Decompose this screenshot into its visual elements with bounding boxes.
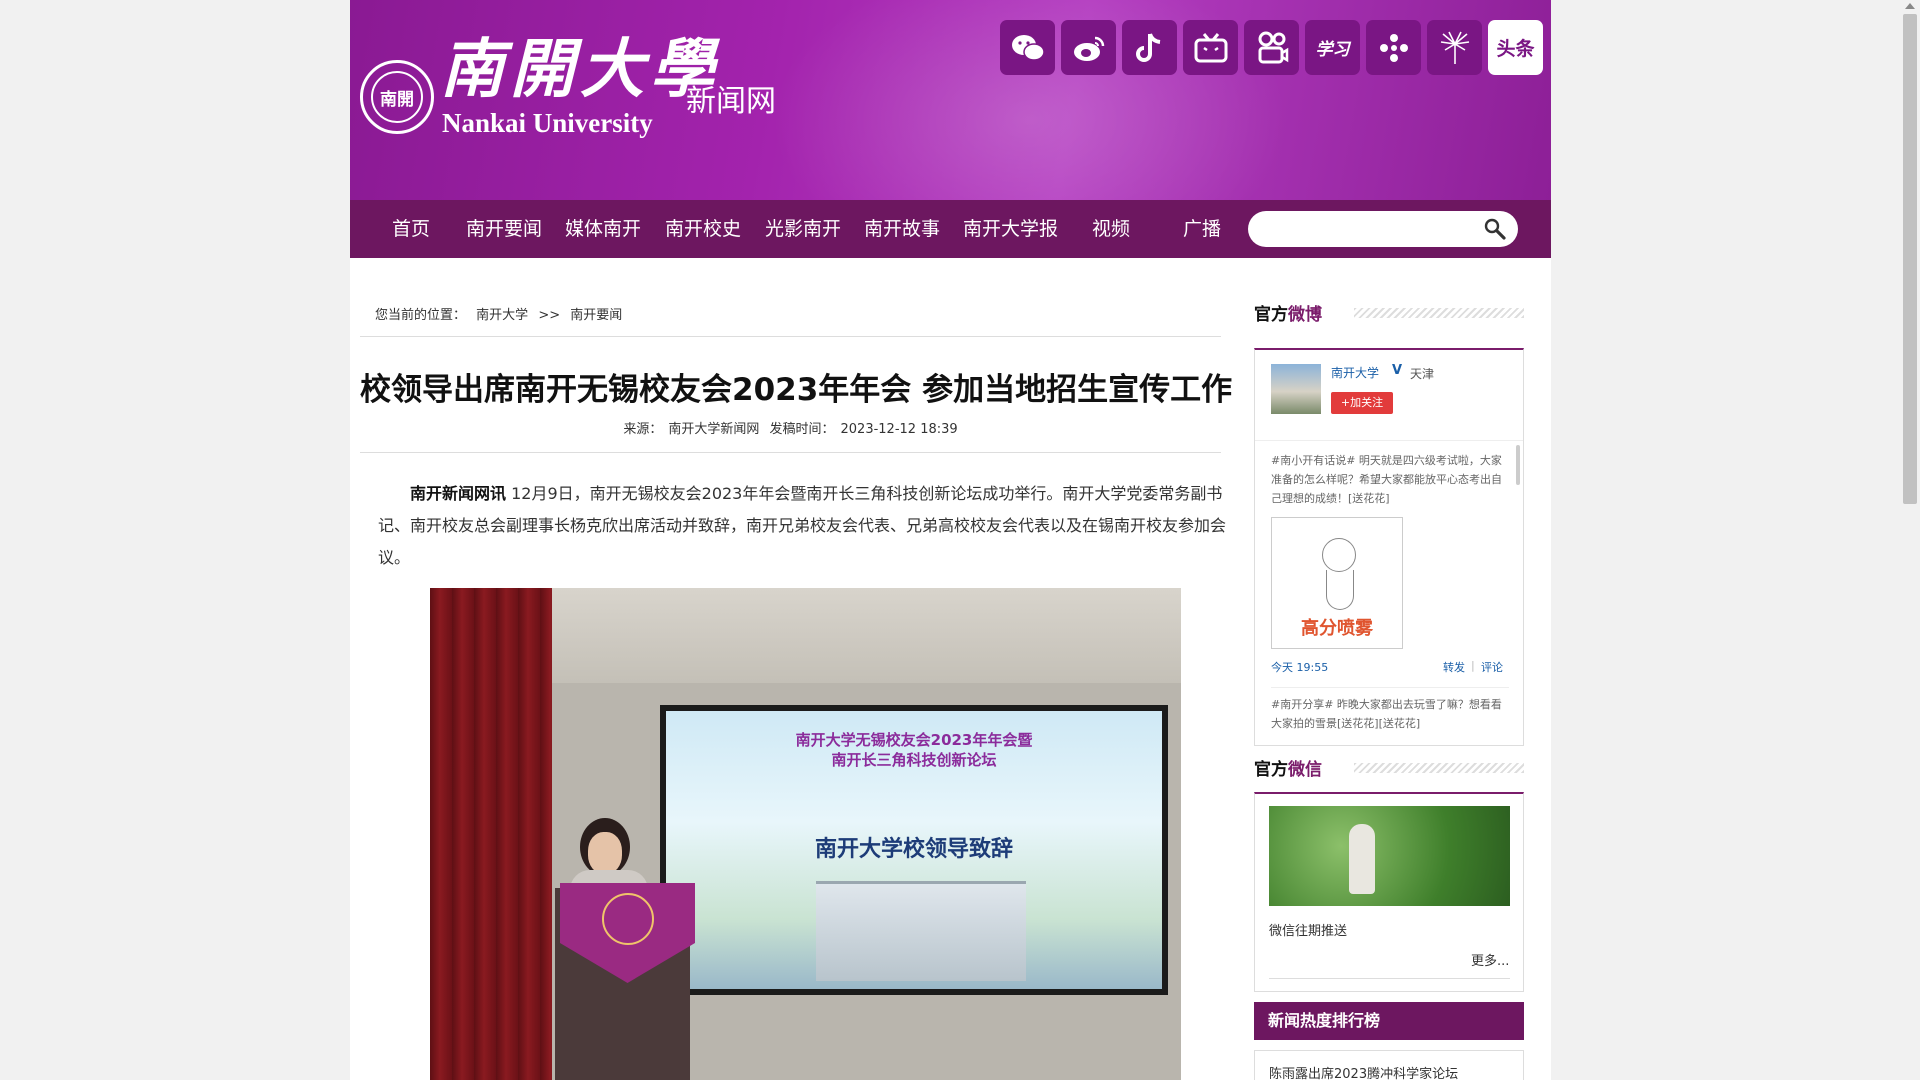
bilibili-icon[interactable]	[1183, 20, 1238, 75]
search-icon[interactable]	[1482, 217, 1508, 241]
article-body: 南开新闻网讯 12月9日，南开无锡校友会2023年年会暨南开长三角科技创新论坛成…	[378, 478, 1233, 574]
post-image-caption: 高分喷雾	[1301, 618, 1373, 639]
nav-item-newspaper[interactable]: 南开大学报	[963, 200, 1058, 258]
time-value: 2023-12-12 18:39	[840, 422, 958, 437]
page-scrollbar[interactable]	[1900, 0, 1920, 1080]
link-separator: |	[1471, 659, 1475, 672]
cartoon-body	[1326, 570, 1354, 610]
xuexi-label: 学习	[1315, 40, 1350, 60]
source-label: 来源：	[623, 422, 663, 437]
nav-item-media[interactable]: 媒体南开	[565, 200, 641, 258]
photo-curtain	[430, 588, 552, 1080]
wechat-title-accent: 微信	[1288, 760, 1322, 780]
university-seal-logo[interactable]: 南開	[360, 60, 434, 134]
page-container: 南開 南開大學 Nankai University 新闻网 学习 头条 首页 南…	[350, 0, 1551, 1080]
wechat-section-title: 官方微信	[1254, 755, 1322, 780]
breadcrumb-current[interactable]: 南开要闻	[570, 308, 622, 323]
network-icon[interactable]	[1366, 20, 1421, 75]
podium-seal	[602, 893, 654, 945]
site-name: 新闻网	[686, 84, 776, 119]
source-value: 南开大学新闻网	[668, 422, 760, 437]
scroll-thumb[interactable]	[1903, 14, 1917, 504]
dandelion-icon[interactable]	[1427, 20, 1482, 75]
wechat-widget: 微信往期推送 更多...	[1254, 792, 1524, 992]
screen-title-line2: 南开长三角科技创新论坛	[831, 751, 997, 769]
wechat-title-plain: 官方	[1254, 760, 1288, 780]
nav-item-photos[interactable]: 光影南开	[765, 200, 841, 258]
photo-screen: 南开大学无锡校友会2023年年会暨 南开长三角科技创新论坛 南开大学校领导致辞	[660, 705, 1168, 995]
nav-item-video[interactable]: 视频	[1092, 200, 1130, 258]
article-photo: 南开大学无锡校友会2023年年会暨 南开长三角科技创新论坛 南开大学校领导致辞	[430, 588, 1181, 1080]
seal-text: 南開	[371, 71, 423, 123]
weibo-widget: 南开大学 V 天津 +加关注 #南小开有话说# 明天就是四六级考试啦，大家准备的…	[1254, 348, 1524, 746]
speaker-face	[588, 832, 622, 874]
wechat-caption[interactable]: 微信往期推送	[1269, 920, 1347, 939]
article-title: 校领导出席南开无锡校友会2023年年会 参加当地招生宣传工作	[360, 372, 1233, 408]
divider	[1269, 978, 1510, 979]
weibo-title-accent: 微博	[1288, 305, 1322, 325]
breadcrumb-prefix: 您当前的位置：	[375, 308, 467, 323]
xuexi-icon[interactable]: 学习	[1305, 20, 1360, 75]
weibo-post-image[interactable]: 高分喷雾	[1271, 517, 1403, 649]
weibo-feed[interactable]: #南小开有话说# 明天就是四六级考试啦，大家准备的怎么样呢？希望大家都能放平心态…	[1255, 440, 1523, 746]
search-input[interactable]	[1262, 217, 1472, 241]
weibo-post-text: #南小开有话说# 明天就是四六级考试啦，大家准备的怎么样呢？希望大家都能放平心态…	[1271, 454, 1502, 505]
breadcrumb-separator: >>	[538, 308, 561, 323]
follow-button[interactable]: +加关注	[1331, 392, 1393, 414]
kuaishou-icon[interactable]	[1244, 20, 1299, 75]
weibo-city: 天津	[1410, 367, 1435, 381]
weibo-title-plain: 官方	[1254, 305, 1288, 325]
repost-link[interactable]: 转发	[1443, 659, 1465, 675]
divider	[1271, 687, 1509, 688]
ranking-list: 陈雨露出席2023腾冲科学家论坛	[1254, 1050, 1524, 1080]
divider	[360, 452, 1221, 453]
toutiao-icon[interactable]: 头条	[1488, 20, 1543, 75]
nav-item-stories[interactable]: 南开故事	[864, 200, 940, 258]
logo-english-name[interactable]: Nankai University	[442, 108, 653, 139]
photo-ceiling	[552, 588, 1181, 683]
nav-item-radio[interactable]: 广播	[1183, 200, 1221, 258]
scroll-up-arrow-icon[interactable]	[1905, 3, 1915, 9]
time-label: 发稿时间：	[769, 422, 835, 437]
weibo-post-text: #南开分享# 昨晚大家都出去玩雪了嘛？想看看大家拍的雪景[送花花][送花花]	[1271, 698, 1502, 730]
ranking-item[interactable]: 陈雨露出席2023腾冲科学家论坛	[1269, 1063, 1458, 1080]
weibo-section-title: 官方微博	[1254, 300, 1322, 325]
article-lead: 南开新闻网讯	[410, 484, 507, 503]
section-title-decoration	[1354, 308, 1524, 318]
screen-title-line3: 南开大学校领导致辞	[814, 837, 1013, 862]
logo-chinese-name[interactable]: 南開大學	[440, 30, 720, 110]
ranking-title: 新闻热度排行榜	[1254, 1002, 1524, 1040]
feed-scrollbar[interactable]	[1516, 445, 1520, 485]
weibo-avatar[interactable]	[1271, 364, 1321, 414]
article-meta: 来源： 南开大学新闻网 发稿时间： 2023-12-12 18:39	[360, 418, 1221, 437]
article-paragraph: 12月9日，南开无锡校友会2023年年会暨南开长三角科技创新论坛成功举行。南开大…	[378, 484, 1227, 567]
more-link[interactable]: 更多...	[1471, 950, 1509, 969]
nav-item-history[interactable]: 南开校史	[665, 200, 741, 258]
divider	[360, 336, 1221, 337]
wechat-thumbnail[interactable]	[1269, 806, 1510, 906]
toutiao-label: 头条	[1496, 38, 1535, 60]
breadcrumb-home[interactable]: 南开大学	[476, 308, 528, 323]
nav-item-home[interactable]: 首页	[392, 200, 430, 258]
social-links: 学习 头条	[1000, 20, 1543, 75]
breadcrumb: 您当前的位置： 南开大学 >> 南开要闻	[375, 304, 628, 323]
weibo-icon[interactable]	[1061, 20, 1116, 75]
screen-title-line1: 南开大学无锡校友会2023年年会暨	[795, 731, 1033, 749]
screen-building	[816, 881, 1026, 981]
section-title-decoration	[1354, 763, 1524, 773]
post-time[interactable]: 今天 19:55	[1271, 659, 1328, 675]
comment-link[interactable]: 评论	[1481, 659, 1503, 675]
douyin-icon[interactable]	[1122, 20, 1177, 75]
cartoon-face	[1322, 538, 1356, 572]
verified-icon: V	[1392, 363, 1403, 378]
weibo-account-name[interactable]: 南开大学	[1331, 364, 1379, 381]
statue-shape	[1349, 824, 1375, 894]
nav-item-news[interactable]: 南开要闻	[466, 200, 542, 258]
main-nav: 首页 南开要闻 媒体南开 南开校史 光影南开 南开故事 南开大学报 视频 广播	[350, 200, 1551, 258]
site-header: 南開 南開大學 Nankai University 新闻网 学习 头条	[350, 0, 1551, 200]
wechat-icon[interactable]	[1000, 20, 1055, 75]
search-box	[1248, 211, 1518, 247]
